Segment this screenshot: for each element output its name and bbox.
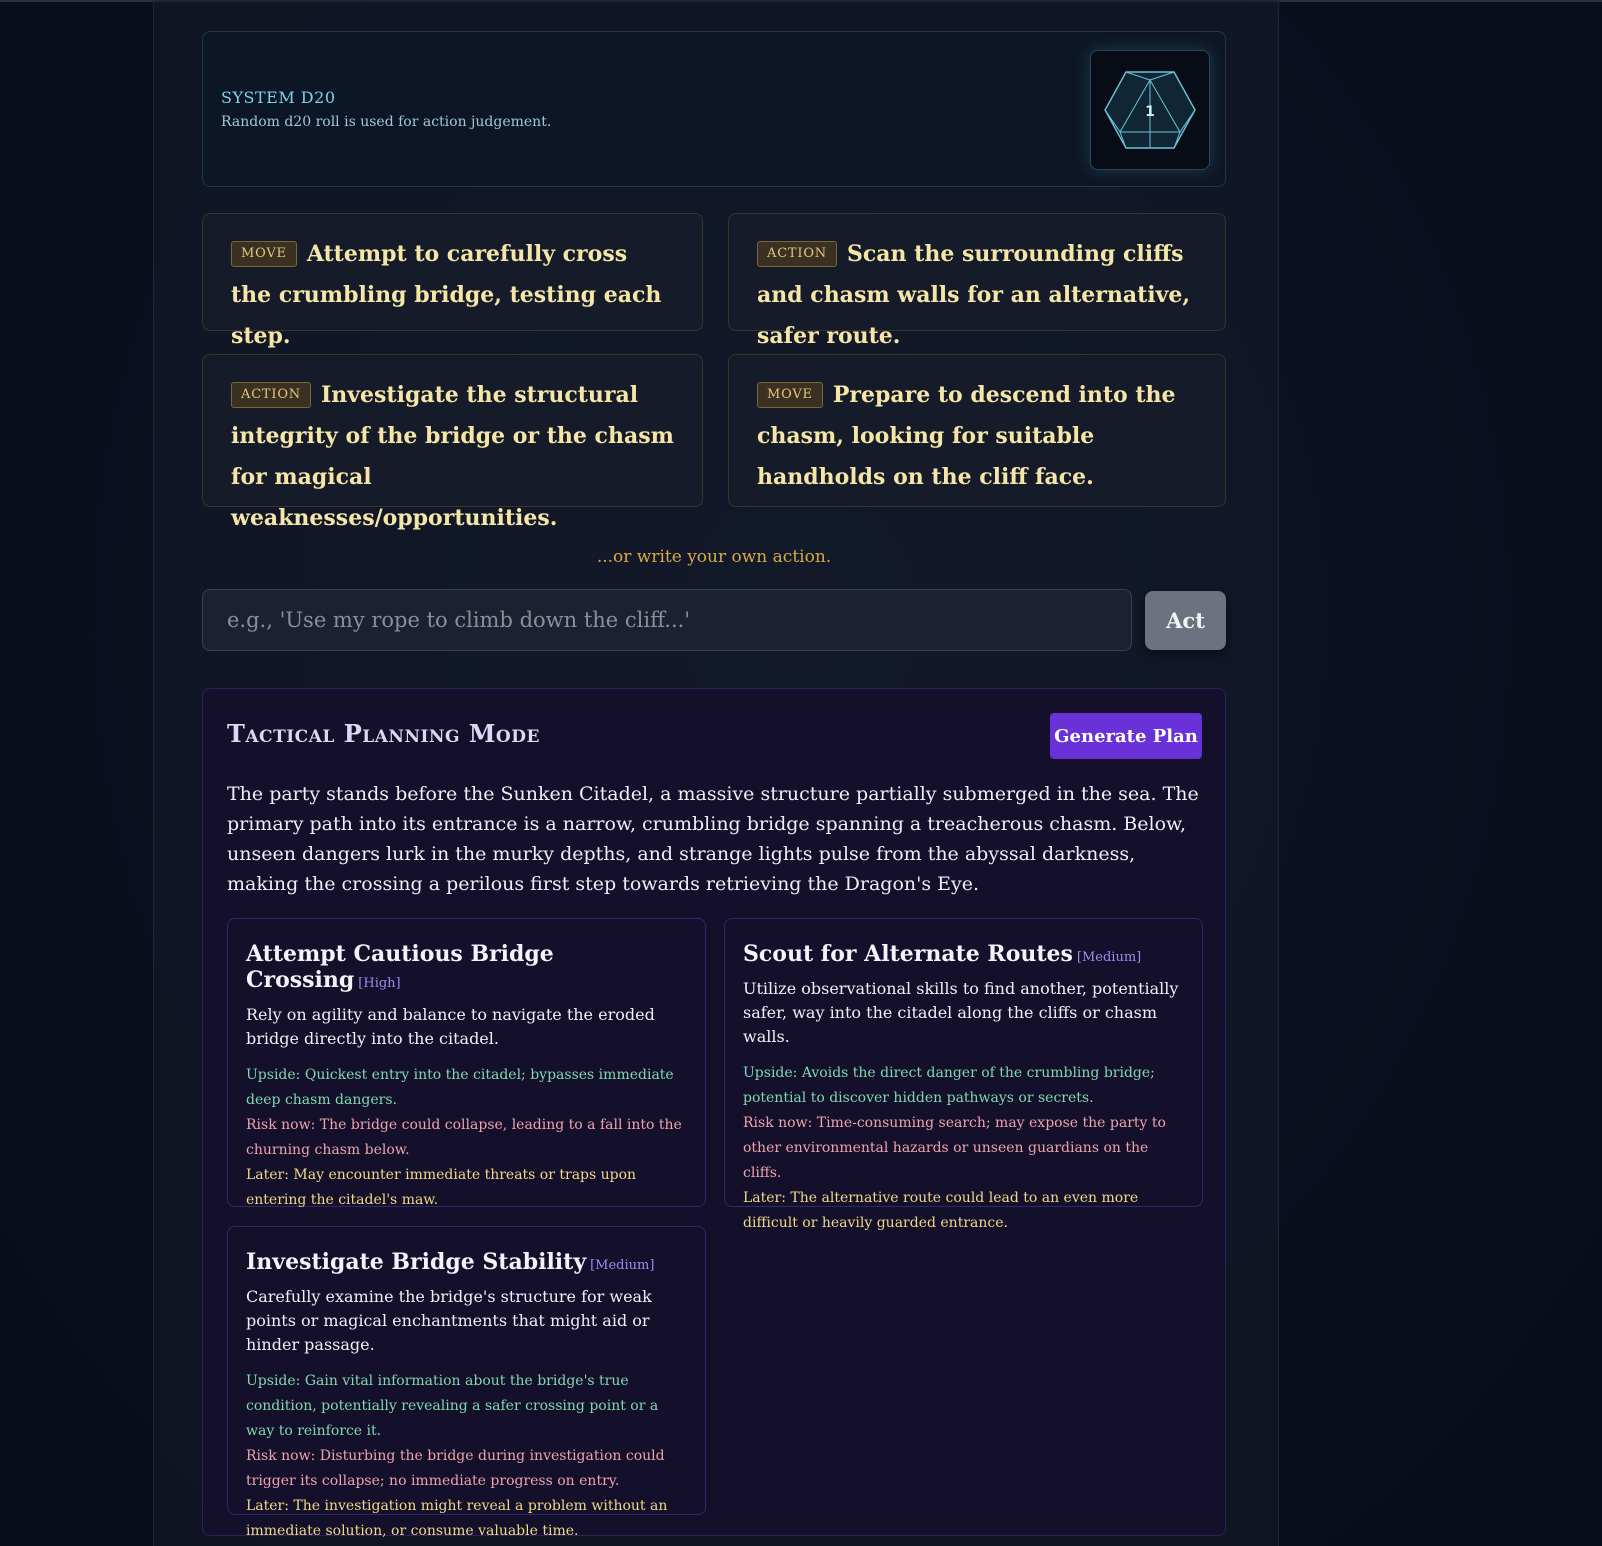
act-button[interactable]: Act bbox=[1145, 591, 1226, 650]
plan-priority: [Medium] bbox=[1076, 950, 1142, 965]
plan-description: Carefully examine the bridge's structure… bbox=[246, 1287, 652, 1354]
plan-upside: Upside: Gain vital information about the… bbox=[246, 1373, 659, 1439]
dice-title: SYSTEM D20 bbox=[221, 88, 336, 107]
plan-title: Attempt Cautious Bridge Crossing [High] bbox=[246, 941, 687, 993]
plan-card-2[interactable]: Scout for Alternate Routes [Medium] Utili… bbox=[724, 918, 1203, 1231]
generate-plan-button[interactable]: Generate Plan bbox=[1050, 713, 1202, 759]
plan-risk: Risk now: Time-consuming search; may exp… bbox=[743, 1115, 1166, 1181]
tactical-description: The party stands before the Sunken Citad… bbox=[227, 783, 1199, 895]
plan-card-1[interactable]: Attempt Cautious Bridge Crossing [High] R… bbox=[227, 918, 706, 1208]
plan-title: Investigate Bridge Stability [Medium] bbox=[246, 1249, 687, 1275]
d20-face-value: 1 bbox=[1145, 104, 1155, 120]
option-tag: MOVE bbox=[757, 382, 823, 408]
plan-title-text: Investigate Bridge Stability bbox=[246, 1249, 587, 1275]
plan-description: Rely on agility and balance to navigate … bbox=[246, 1005, 655, 1048]
option-card-4[interactable]: MOVE Prepare to descend into the chasm, l… bbox=[728, 354, 1226, 507]
plan-title: Scout for Alternate Routes [Medium] bbox=[743, 941, 1184, 967]
plan-later: Later: May encounter immediate threats o… bbox=[246, 1167, 637, 1208]
plan-risk: Risk now: The bridge could collapse, lea… bbox=[246, 1117, 682, 1158]
option-card-1[interactable]: MOVE Attempt to carefully cross the crumb… bbox=[202, 213, 703, 349]
plan-title-text: Scout for Alternate Routes bbox=[743, 941, 1073, 967]
custom-action-prompt: ...or write your own action. bbox=[596, 547, 832, 567]
plan-priority: [High] bbox=[358, 976, 401, 991]
plan-upside: Upside: Avoids the direct danger of the … bbox=[743, 1065, 1155, 1106]
plan-later: Later: The investigation might reveal a … bbox=[246, 1498, 668, 1539]
option-tag: MOVE bbox=[231, 241, 297, 267]
plan-upside: Upside: Quickest entry into the citadel;… bbox=[246, 1067, 674, 1108]
plan-description: Utilize observational skills to find ano… bbox=[743, 979, 1179, 1046]
tactical-planning-panel: Tactical Planning Mode Generate Plan The… bbox=[202, 688, 1226, 1539]
option-tag: ACTION bbox=[757, 241, 837, 267]
dice-subtitle: Random d20 roll is used for action judge… bbox=[221, 114, 552, 130]
plan-later: Later: The alternative route could lead … bbox=[743, 1190, 1139, 1231]
d20-shape: 1 bbox=[1104, 71, 1196, 149]
plan-card-3[interactable]: Investigate Bridge Stability [Medium] Car… bbox=[227, 1226, 706, 1539]
plan-risk: Risk now: Disturbing the bridge during i… bbox=[246, 1448, 665, 1489]
option-card-3[interactable]: ACTION Investigate the structural integri… bbox=[202, 354, 703, 531]
custom-action-input[interactable] bbox=[202, 589, 1132, 651]
plan-priority: [Medium] bbox=[590, 1258, 655, 1273]
option-tag: ACTION bbox=[231, 382, 311, 408]
option-card-2[interactable]: ACTION Scan the surrounding cliffs and ch… bbox=[728, 213, 1226, 349]
dice-panel: SYSTEM D20 Random d20 roll is used for a… bbox=[202, 31, 1226, 187]
tactical-title: Tactical Planning Mode bbox=[227, 719, 540, 748]
d20-icon[interactable]: 1 bbox=[1090, 50, 1210, 170]
